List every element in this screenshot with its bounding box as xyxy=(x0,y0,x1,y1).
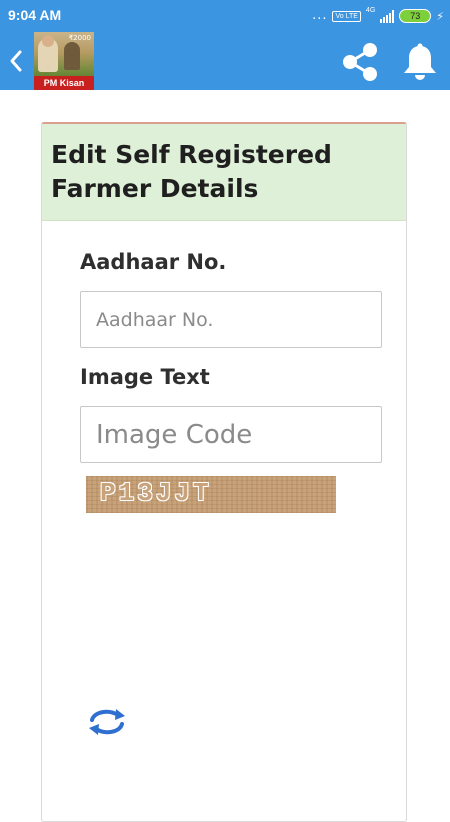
network-type: 4G xyxy=(365,7,376,14)
charging-icon: ⚡ xyxy=(436,9,444,23)
image-text-label: Image Text xyxy=(80,365,210,389)
page-title: Edit Self Registered Farmer Details xyxy=(51,140,332,203)
bell-icon[interactable] xyxy=(400,42,440,82)
app-bar: ₹2000 PM Kisan xyxy=(0,32,450,90)
volte-badge: Vo LTE xyxy=(332,10,361,22)
logo-amount: ₹2000 xyxy=(68,34,91,42)
pm-kisan-logo: ₹2000 PM Kisan xyxy=(34,32,94,90)
back-icon[interactable] xyxy=(8,49,24,73)
aadhaar-label: Aadhaar No. xyxy=(80,250,227,274)
signal-icon xyxy=(380,9,395,23)
aadhaar-input[interactable] xyxy=(80,291,382,348)
farmer-details-card: Edit Self Registered Farmer Details Aadh… xyxy=(41,122,407,822)
card-header: Edit Self Registered Farmer Details xyxy=(42,124,406,221)
status-bar: 9:04 AM ... Vo LTE 4G 73 ⚡ xyxy=(0,0,450,32)
refresh-icon[interactable] xyxy=(86,706,128,738)
image-code-input[interactable] xyxy=(80,406,382,463)
status-icons: ... Vo LTE 4G 73 ⚡ xyxy=(312,7,444,25)
share-icon[interactable] xyxy=(339,41,381,83)
status-time: 9:04 AM xyxy=(8,7,62,23)
logo-person-head xyxy=(42,35,54,47)
logo-label: PM Kisan xyxy=(34,76,94,90)
more-notifications-icon: ... xyxy=(312,8,328,23)
battery-level: 73 xyxy=(399,9,432,23)
logo-farmer-figure xyxy=(64,42,80,70)
captcha-text: P13JJT xyxy=(100,478,212,508)
captcha-image: P13JJT xyxy=(86,476,336,513)
